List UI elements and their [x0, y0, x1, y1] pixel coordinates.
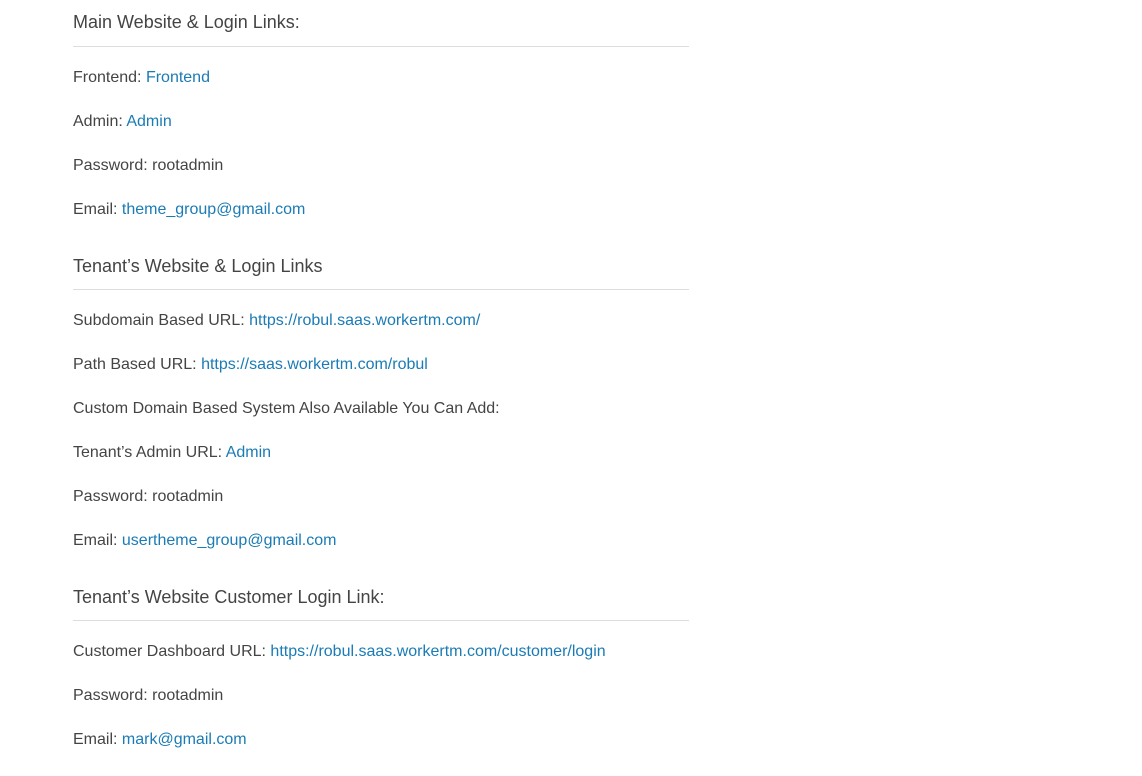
section-heading: Tenant’s Website & Login Links	[73, 244, 689, 290]
email-label: Email:	[73, 201, 118, 218]
tenant-admin-link[interactable]: Admin	[226, 444, 271, 461]
frontend-line: Frontend: Frontend	[73, 68, 689, 112]
tenant-admin-line: Tenant’s Admin URL: Admin	[73, 443, 689, 487]
email-line: Email: mark@gmail.com	[73, 730, 689, 774]
email-label: Email:	[73, 532, 118, 549]
section-lines: Subdomain Based URL: https://robul.saas.…	[73, 290, 689, 575]
password-line: Password: rootadmin	[73, 487, 689, 531]
path-url-label: Path Based URL:	[73, 356, 197, 373]
customer-dashboard-label: Customer Dashboard URL:	[73, 643, 266, 660]
main-website-section: Main Website & Login Links: Frontend: Fr…	[73, 0, 689, 244]
section-heading: Main Website & Login Links:	[73, 0, 689, 47]
email-link[interactable]: mark@gmail.com	[122, 731, 247, 748]
subdomain-url-link[interactable]: https://robul.saas.workertm.com/	[249, 312, 480, 329]
customer-dashboard-link[interactable]: https://robul.saas.workertm.com/customer…	[270, 643, 605, 660]
subdomain-url-line: Subdomain Based URL: https://robul.saas.…	[73, 311, 689, 355]
password-text: Password: rootadmin	[73, 687, 224, 704]
custom-domain-line: Custom Domain Based System Also Availabl…	[73, 399, 689, 443]
email-link[interactable]: usertheme_group@gmail.com	[122, 532, 337, 549]
tenant-website-section: Tenant’s Website & Login Links Subdomain…	[73, 244, 689, 575]
password-line: Password: rootadmin	[73, 156, 689, 200]
frontend-label: Frontend:	[73, 69, 142, 86]
credentials-content: Main Website & Login Links: Frontend: Fr…	[73, 0, 689, 774]
section-heading: Tenant’s Website Customer Login Link:	[73, 575, 689, 621]
frontend-link[interactable]: Frontend	[146, 69, 210, 86]
email-label: Email:	[73, 731, 118, 748]
admin-line: Admin: Admin	[73, 112, 689, 156]
section-lines: Customer Dashboard URL: https://robul.sa…	[73, 621, 689, 774]
customer-login-section: Tenant’s Website Customer Login Link: Cu…	[73, 575, 689, 774]
tenant-admin-label: Tenant’s Admin URL:	[73, 444, 223, 461]
admin-label: Admin:	[73, 113, 123, 130]
path-url-line: Path Based URL: https://saas.workertm.co…	[73, 355, 689, 399]
email-link[interactable]: theme_group@gmail.com	[122, 201, 305, 218]
path-url-link[interactable]: https://saas.workertm.com/robul	[201, 356, 428, 373]
email-line: Email: theme_group@gmail.com	[73, 200, 689, 244]
subdomain-url-label: Subdomain Based URL:	[73, 312, 245, 329]
password-text: Password: rootadmin	[73, 488, 224, 505]
password-line: Password: rootadmin	[73, 686, 689, 730]
section-lines: Frontend: Frontend Admin: Admin Password…	[73, 47, 689, 244]
customer-dashboard-line: Customer Dashboard URL: https://robul.sa…	[73, 642, 689, 686]
admin-link[interactable]: Admin	[126, 113, 171, 130]
password-text: Password: rootadmin	[73, 157, 224, 174]
email-line: Email: usertheme_group@gmail.com	[73, 531, 689, 575]
custom-domain-text: Custom Domain Based System Also Availabl…	[73, 400, 500, 417]
